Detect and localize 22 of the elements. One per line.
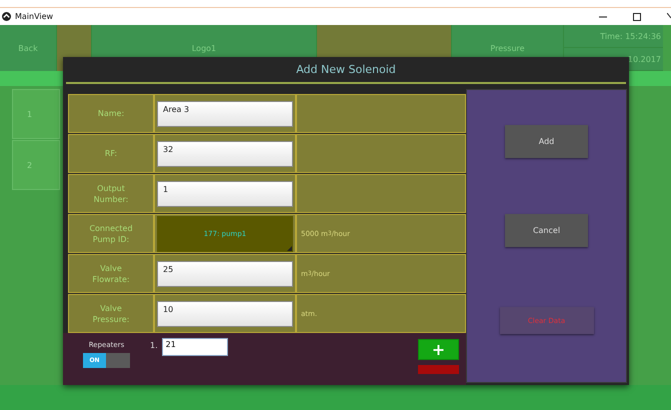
field-label: Connected Pump ID: [68, 214, 154, 253]
dialog-button[interactable]: Add [505, 125, 588, 158]
repeater-field[interactable]: 21 [162, 338, 228, 356]
time-label: Time: 15:24:36 [564, 25, 663, 48]
corner-icon [287, 246, 292, 250]
text-field[interactable]: 25 [157, 260, 293, 286]
close-icon[interactable] [667, 12, 671, 20]
field-label: RF: [68, 134, 154, 173]
maximize-icon[interactable] [633, 12, 641, 20]
add-repeater-button[interactable]: + [418, 339, 459, 360]
app-icon [2, 12, 11, 21]
text-field[interactable]: 1 [157, 180, 293, 206]
repeater-index: 1. [150, 340, 158, 350]
field-label: Name: [68, 94, 154, 133]
text-field[interactable]: 32 [157, 140, 293, 166]
field-label: Output Number: [68, 174, 154, 213]
field-label: Valve Pressure: [68, 294, 154, 333]
text-field[interactable]: 10 [157, 300, 293, 326]
dialog-button[interactable]: Cancel [505, 214, 588, 247]
text-field[interactable]: Area 3 [157, 100, 293, 126]
window-title: MainView [15, 12, 54, 21]
field-label: Valve Flowrate: [68, 254, 154, 293]
